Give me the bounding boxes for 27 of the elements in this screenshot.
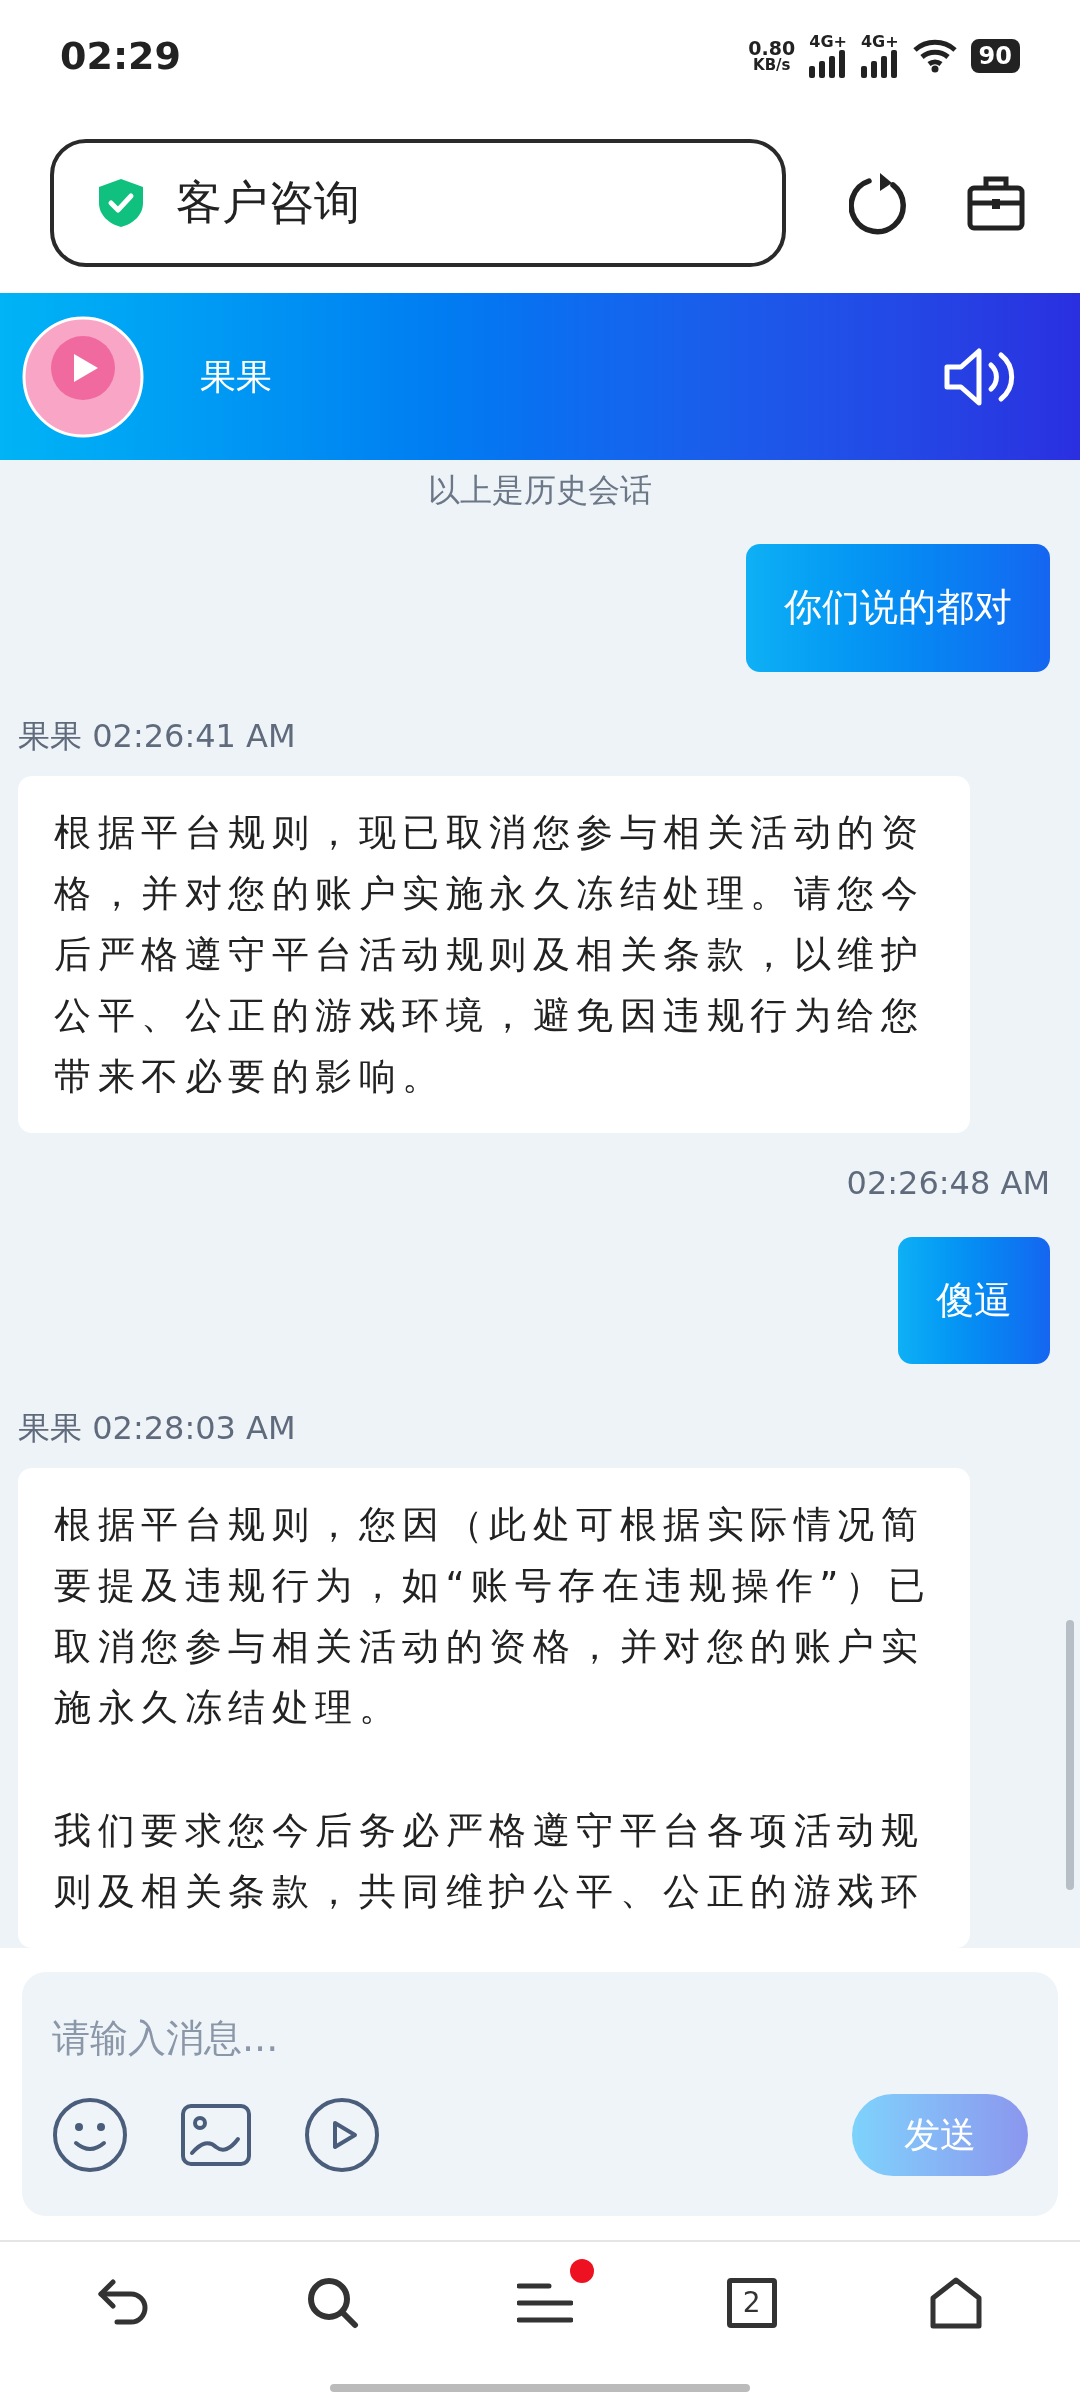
message-time: 02:26:48 AM	[846, 1162, 1050, 1203]
message-text: 我们要求您今后务必严格遵守平台各项活动规则及相关条款，共同维护公平、公正的游戏环	[54, 1808, 925, 1915]
message-text: 根据平台规则，您因（此处可根据实际情况简要提及违规行为，如“账号存在违规操作”）已取消您参与相关活动的资格，并对您的账户实施永久冻结处理。	[54, 1502, 933, 1731]
address-bar[interactable]: 客户咨询	[50, 138, 786, 267]
speed-unit: KB/s	[753, 58, 791, 73]
wifi-icon	[912, 39, 957, 73]
emoji-icon[interactable]	[52, 2097, 128, 2173]
message-sender-time: 果果 02:28:03 AM	[18, 1408, 297, 1448]
network-type: 4G+	[860, 34, 899, 50]
image-icon[interactable]	[180, 2103, 252, 2167]
signal-icon	[809, 50, 846, 78]
network-speed: 0.80	[748, 39, 796, 58]
page-title: 客户咨询	[176, 174, 360, 231]
tab-count[interactable]: 2	[726, 2278, 777, 2328]
battery-level: 90	[970, 39, 1020, 73]
agent-name: 果果	[200, 354, 272, 399]
message-sender-time: 果果 02:26:41 AM	[18, 715, 297, 756]
message-text: 根据平台规则，现已取消您参与相关活动的资格，并对您的账户实施永久冻结处理。请您今后严格遵守平台活动规则及相关条款，以维护公平、公正的游戏环境，避免因违规行为给您带来不必要的影响。	[54, 809, 925, 1100]
avatar-icon	[22, 315, 144, 438]
sent-message-bubble: 你们说的都对	[746, 544, 1050, 672]
sent-message-bubble: 傻逼	[898, 1236, 1050, 1364]
history-notice: 以上是历史会话	[428, 470, 652, 510]
message-input[interactable]: 请输入消息...	[52, 2008, 1028, 2068]
status-time: 02:29	[60, 32, 181, 80]
network-type: 4G+	[809, 34, 847, 50]
signal-icon	[860, 50, 897, 78]
play-icon[interactable]	[304, 2097, 380, 2173]
